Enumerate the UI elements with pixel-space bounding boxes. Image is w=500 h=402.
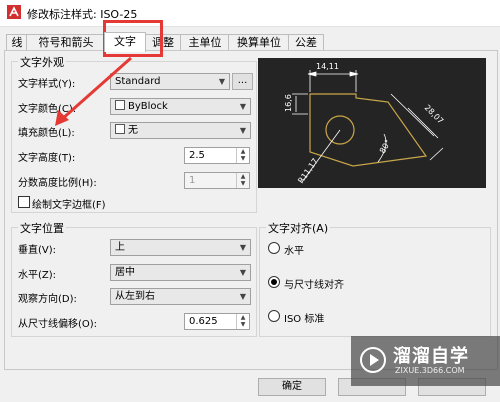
tab-text[interactable]: 文字 xyxy=(104,32,146,52)
watermark-url: ZIXUE.3D66.COM xyxy=(395,366,465,375)
watermark: 溜溜自学 ZIXUE.3D66.COM xyxy=(351,336,500,386)
watermark-name: 溜溜自学 xyxy=(393,346,469,367)
ok-button[interactable]: 确定 xyxy=(258,378,326,396)
watermark-logo-icon xyxy=(360,347,386,373)
